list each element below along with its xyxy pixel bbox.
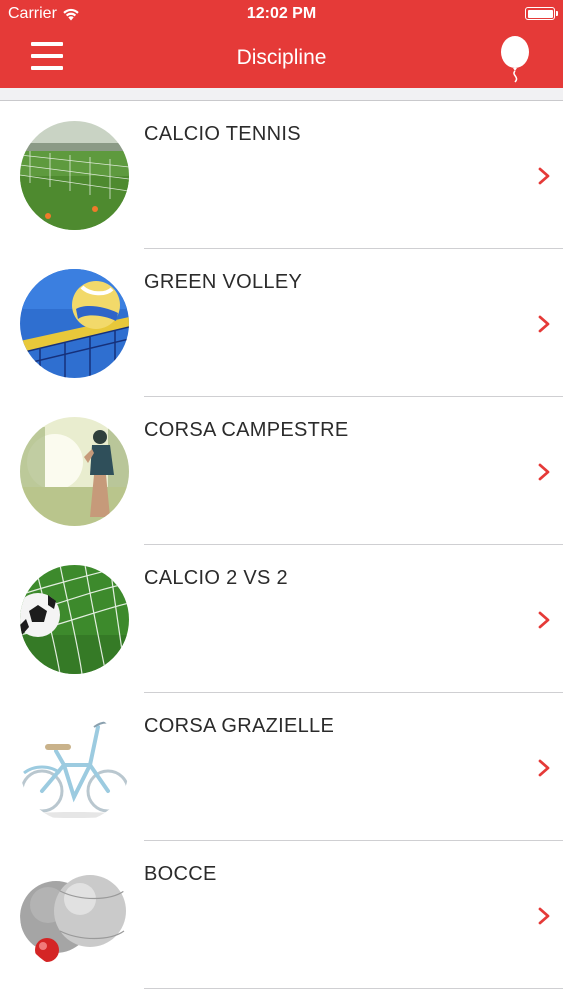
battery-icon [525,7,558,20]
discipline-list: CALCIO TENNIS GREEN VOLLEY CORSA CAMPEST… [0,101,563,989]
page-title: Discipline [236,46,327,69]
chevron-right-icon [538,759,550,777]
chevron-right-icon [538,167,550,185]
list-item-corsa-campestre[interactable]: CORSA CAMPESTRE [0,397,563,545]
discipline-name: GREEN VOLLEY [144,271,303,293]
bocce-thumbnail [20,861,129,970]
discipline-name: CALCIO 2 VS 2 [144,567,288,589]
row-divider [144,988,563,989]
chevron-right-icon [538,611,550,629]
status-bar: Carrier 12:02 PM [0,0,563,30]
green-volley-thumbnail [20,269,129,378]
calcio-tennis-thumbnail [20,121,129,230]
list-item-calcio-tennis[interactable]: CALCIO TENNIS [0,101,563,249]
discipline-name: CORSA CAMPESTRE [144,419,349,441]
chevron-right-icon [538,315,550,333]
navigation-bar: Discipline [0,30,563,88]
list-item-calcio-2vs2[interactable]: CALCIO 2 VS 2 [0,545,563,693]
chevron-right-icon [538,463,550,481]
balloon-icon[interactable] [495,34,535,84]
list-item-green-volley[interactable]: GREEN VOLLEY [0,249,563,397]
corsa-grazielle-thumbnail [20,713,129,822]
list-item-corsa-grazielle[interactable]: CORSA GRAZIELLE [0,693,563,841]
calcio-2vs2-thumbnail [20,565,129,674]
chevron-right-icon [538,907,550,925]
discipline-name: BOCCE [144,863,217,885]
status-time: 12:02 PM [246,5,317,22]
app-header: Carrier 12:02 PM Discipline [0,0,563,88]
corsa-campestre-thumbnail [20,417,129,526]
list-item-bocce[interactable]: BOCCE [0,841,563,989]
header-separator [0,88,563,101]
discipline-name: CALCIO TENNIS [144,123,301,145]
discipline-name: CORSA GRAZIELLE [144,715,335,737]
